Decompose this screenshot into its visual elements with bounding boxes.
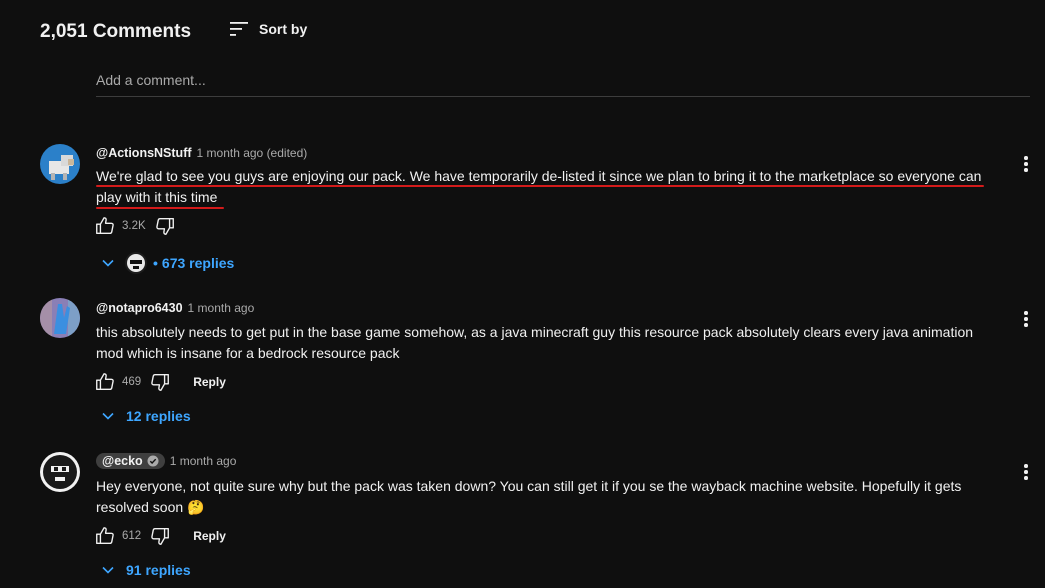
replies-count-label: 673 replies [161, 255, 235, 271]
view-replies-button[interactable]: • 673 replies [100, 252, 234, 274]
like-count: 612 [122, 530, 142, 542]
comment-author[interactable]: @ActionsNStuff [96, 146, 192, 160]
reply-button[interactable]: Reply [193, 529, 226, 543]
creator-avatar-icon [125, 252, 147, 274]
comment-menu-icon[interactable] [1020, 464, 1032, 484]
replies-count-label: 12 replies [126, 408, 191, 424]
thumbs-down-icon [151, 373, 170, 391]
add-comment-placeholder: Add a comment... [96, 72, 206, 88]
comment-menu-icon[interactable] [1020, 311, 1032, 331]
comment-text-content: Hey everyone, not quite sure why but the… [96, 478, 962, 515]
sort-icon [230, 22, 248, 36]
comment-meta: @ecko 1 month ago [96, 453, 236, 469]
chevron-down-icon [102, 566, 114, 574]
comment-actions: 469 Reply [94, 371, 226, 393]
sort-by-label: Sort by [259, 21, 308, 37]
thumbs-up-icon [96, 217, 114, 235]
creator-author-badge[interactable]: @ecko [96, 453, 165, 469]
blue-figure-avatar-icon[interactable] [40, 298, 80, 338]
thumbs-up-icon [96, 527, 114, 545]
comment-author: @ecko [102, 454, 143, 468]
replies-count-label: 91 replies [126, 562, 191, 578]
like-button[interactable] [94, 525, 116, 547]
like-button[interactable] [94, 215, 116, 237]
view-replies-button[interactable]: 12 replies [100, 408, 191, 424]
thinking-emoji-icon: 🤔 [187, 498, 205, 515]
dislike-button[interactable] [149, 371, 171, 393]
like-count: 3.2K [122, 220, 146, 232]
view-replies-button[interactable]: 91 replies [100, 562, 191, 578]
thumbs-up-icon [96, 373, 114, 391]
verified-check-icon [147, 455, 159, 467]
comment-text: this absolutely needs to get put in the … [96, 324, 974, 361]
sort-by-button[interactable]: Sort by [228, 20, 307, 38]
thumbs-down-icon [151, 527, 170, 545]
comment-time[interactable]: 1 month ago [170, 454, 237, 468]
like-button[interactable] [94, 371, 116, 393]
comment-count: 2,051 Comments [40, 21, 192, 42]
comment-time[interactable]: 1 month ago (edited) [197, 146, 308, 160]
like-count: 469 [122, 376, 142, 388]
comment-actions: 612 Reply [94, 525, 226, 547]
chevron-down-icon [102, 412, 114, 420]
add-comment-input[interactable]: Add a comment... [96, 72, 1030, 97]
highlight-underline [96, 207, 224, 209]
dislike-button[interactable] [154, 215, 176, 237]
comment-meta: @notapro6430 1 month ago [96, 301, 254, 315]
comment-author[interactable]: @notapro6430 [96, 301, 183, 315]
comment-actions: 3.2K [94, 215, 176, 237]
comment-time[interactable]: 1 month ago [188, 301, 255, 315]
comment-meta: @ActionsNStuff 1 month ago (edited) [96, 146, 307, 160]
mask-avatar-icon[interactable] [40, 452, 80, 492]
comment-menu-icon[interactable] [1020, 156, 1032, 176]
sheep-avatar-icon[interactable] [40, 144, 80, 184]
reply-separator-dot: • [153, 255, 158, 271]
comments-section: 2,051 Comments Sort by Add a comment... … [0, 0, 1045, 588]
highlight-underline [96, 185, 984, 187]
chevron-down-icon [102, 259, 114, 267]
comment-text: Hey everyone, not quite sure why but the… [96, 476, 991, 517]
dislike-button[interactable] [149, 525, 171, 547]
thumbs-down-icon [155, 217, 174, 235]
reply-button[interactable]: Reply [193, 375, 226, 389]
